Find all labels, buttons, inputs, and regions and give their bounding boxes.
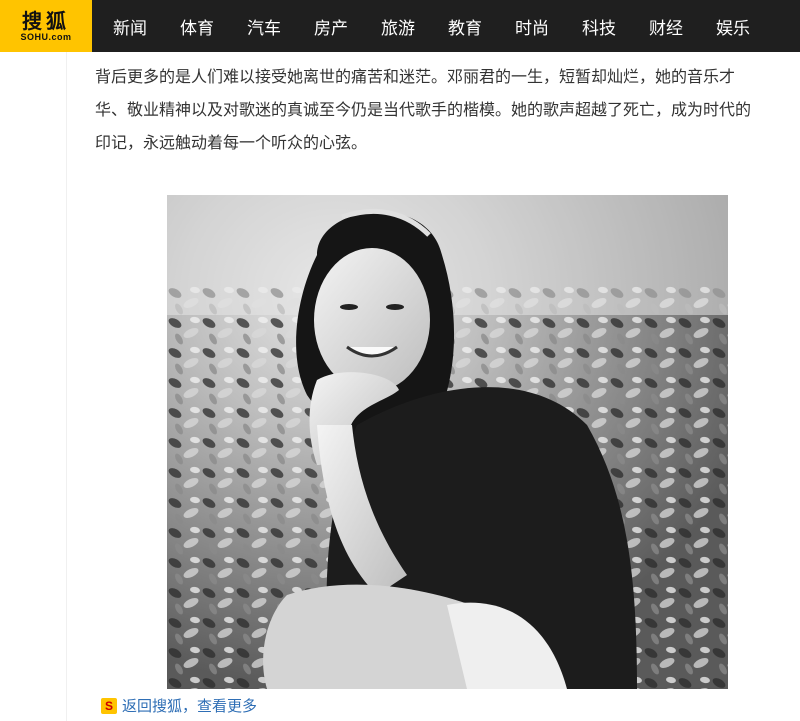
nav-item-finance[interactable]: 财经 bbox=[649, 14, 683, 39]
sohu-logo[interactable]: 搜狐 SOHU.com bbox=[0, 0, 92, 52]
channel-nav: 新闻 体育 汽车 房产 旅游 教育 时尚 科技 财经 娱乐 bbox=[113, 0, 783, 52]
back-to-sohu-text[interactable]: 返回搜狐，查看更多 bbox=[122, 695, 257, 716]
sohu-s-icon: S bbox=[101, 697, 117, 714]
nav-item-entertainment[interactable]: 娱乐 bbox=[716, 14, 750, 39]
nav-item-fashion[interactable]: 时尚 bbox=[515, 14, 549, 39]
nav-item-news[interactable]: 新闻 bbox=[113, 14, 147, 39]
logo-sub-text: SOHU.com bbox=[20, 32, 72, 42]
logo-main-text: 搜狐 bbox=[22, 9, 70, 33]
article-line: 背后更多的是人们难以接受她离世的痛苦和迷茫。邓丽君的一生，短暂却灿烂，她的音乐才 bbox=[95, 67, 736, 86]
nav-item-education[interactable]: 教育 bbox=[448, 14, 482, 39]
top-nav-bar: 搜狐 SOHU.com 新闻 体育 汽车 房产 旅游 教育 时尚 科技 财经 娱… bbox=[0, 0, 800, 52]
back-to-sohu-link[interactable]: S 返回搜狐，查看更多 bbox=[101, 695, 257, 716]
article-photo bbox=[167, 195, 728, 689]
left-gutter-line bbox=[66, 0, 67, 721]
nav-item-sports[interactable]: 体育 bbox=[180, 14, 214, 39]
nav-item-auto[interactable]: 汽车 bbox=[247, 14, 281, 39]
page: 对于邓丽君的去世，虽然各类阴谋论充斥着媒体，但我们应该更理性地看待，毕竟，这些流… bbox=[0, 0, 800, 721]
nav-item-tech[interactable]: 科技 bbox=[582, 14, 616, 39]
nav-item-house[interactable]: 房产 bbox=[314, 14, 348, 39]
article-line: 华、敬业精神以及对歌迷的真诚至今仍是当代歌手的楷模。她的歌声超越了死亡，成为时代… bbox=[95, 100, 752, 119]
nav-item-travel[interactable]: 旅游 bbox=[381, 14, 415, 39]
article-line: 印记，永远触动着每一个听众的心弦。 bbox=[95, 133, 368, 152]
